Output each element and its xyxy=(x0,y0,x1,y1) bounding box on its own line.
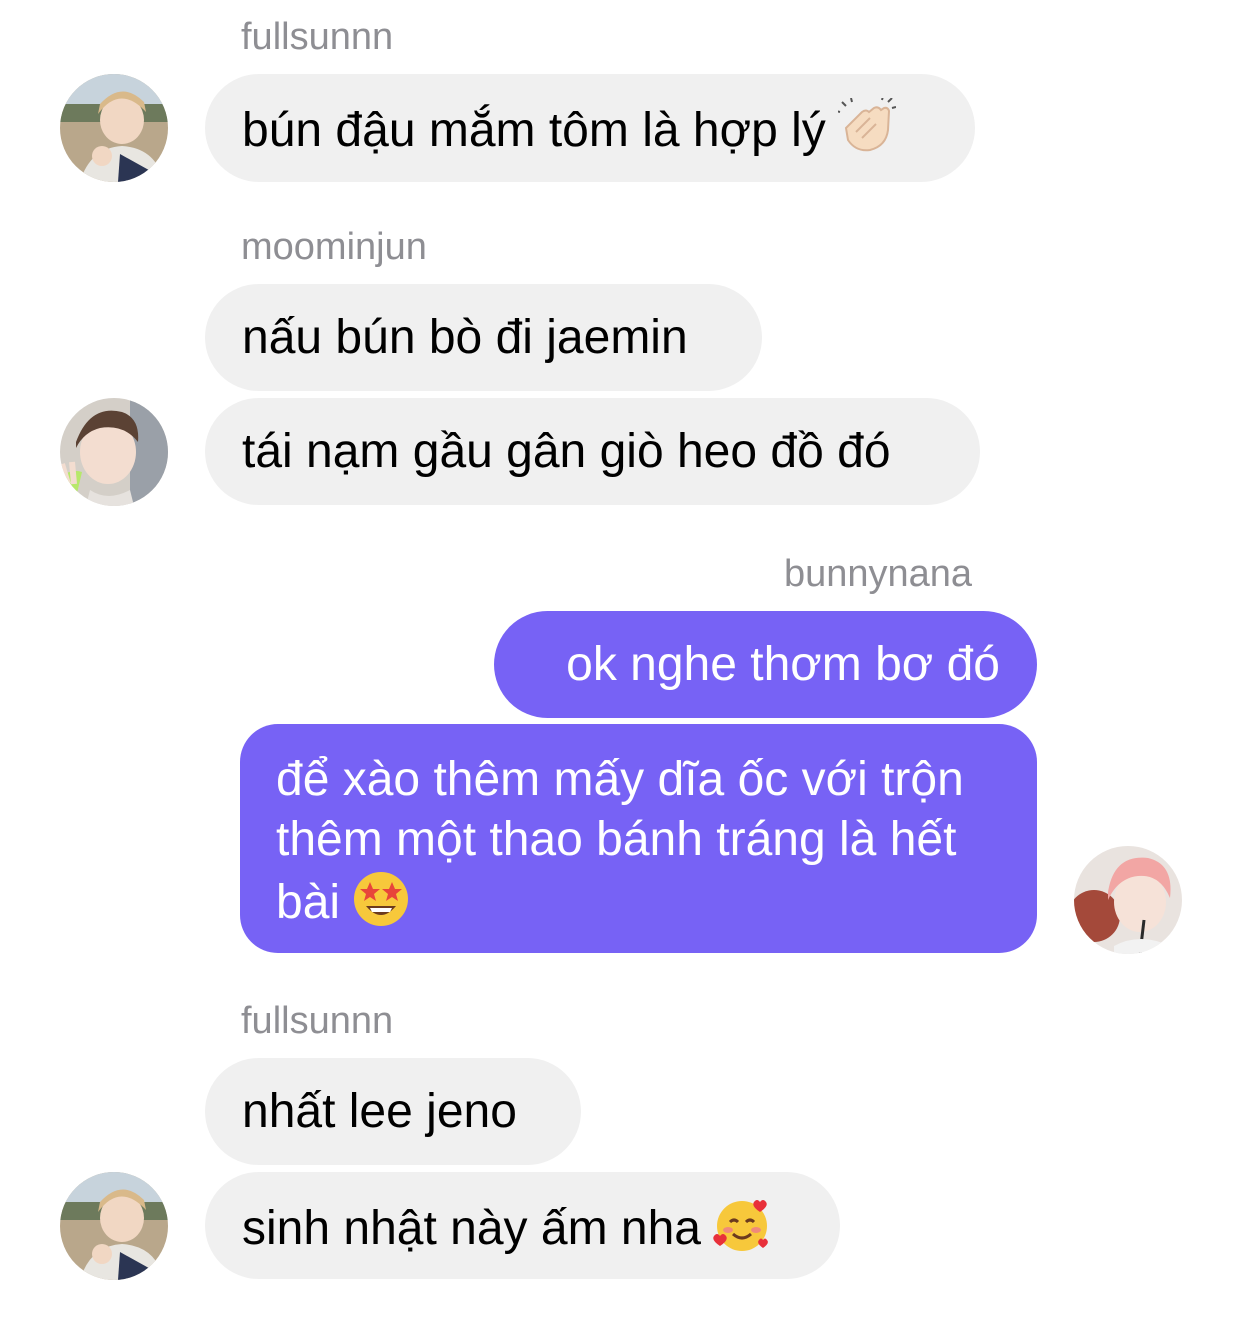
avatar[interactable] xyxy=(1074,846,1182,954)
avatar[interactable] xyxy=(60,398,168,506)
smiling-face-with-hearts-emoji-icon xyxy=(713,1196,771,1254)
sender-name: fullsunnn xyxy=(241,16,394,58)
message-bubble[interactable]: sinh nhật này ấm nha xyxy=(205,1172,840,1279)
message-bubble[interactable]: bún đậu mắm tôm là hợp lý xyxy=(205,74,975,182)
avatar-photo-icon xyxy=(60,1172,168,1280)
avatar-photo-icon xyxy=(1074,846,1182,954)
avatar[interactable] xyxy=(60,1172,168,1280)
avatar-photo-icon xyxy=(60,398,168,506)
message-bubble[interactable]: tái nạm gầu gân giò heo đồ đó xyxy=(205,398,980,505)
sender-name: bunnynana xyxy=(784,553,973,595)
message-text: tái nạm gầu gân giò heo đồ đó xyxy=(242,425,891,478)
avatar-photo-icon xyxy=(60,74,168,182)
message-text: sinh nhật này ấm nha xyxy=(242,1202,701,1255)
clapping-hands-emoji-icon xyxy=(835,95,897,156)
message-bubble[interactable]: để xào thêm mấy dĩa ốc với trộn thêm một… xyxy=(240,724,1037,953)
avatar[interactable] xyxy=(60,74,168,182)
message-text: bún đậu mắm tôm là hợp lý xyxy=(242,104,826,157)
message-bubble[interactable]: nhất lee jeno xyxy=(205,1058,581,1165)
message-text: ok nghe thơm bơ đó xyxy=(566,638,1000,691)
star-struck-emoji-icon xyxy=(352,870,410,928)
sender-name: fullsunnn xyxy=(241,1000,394,1042)
message-bubble[interactable]: ok nghe thơm bơ đó xyxy=(494,611,1037,718)
message-bubble[interactable]: nấu bún bò đi jaemin xyxy=(205,284,762,391)
message-text: nấu bún bò đi jaemin xyxy=(242,311,688,364)
message-text: nhất lee jeno xyxy=(242,1085,517,1138)
sender-name: moominjun xyxy=(241,226,427,268)
